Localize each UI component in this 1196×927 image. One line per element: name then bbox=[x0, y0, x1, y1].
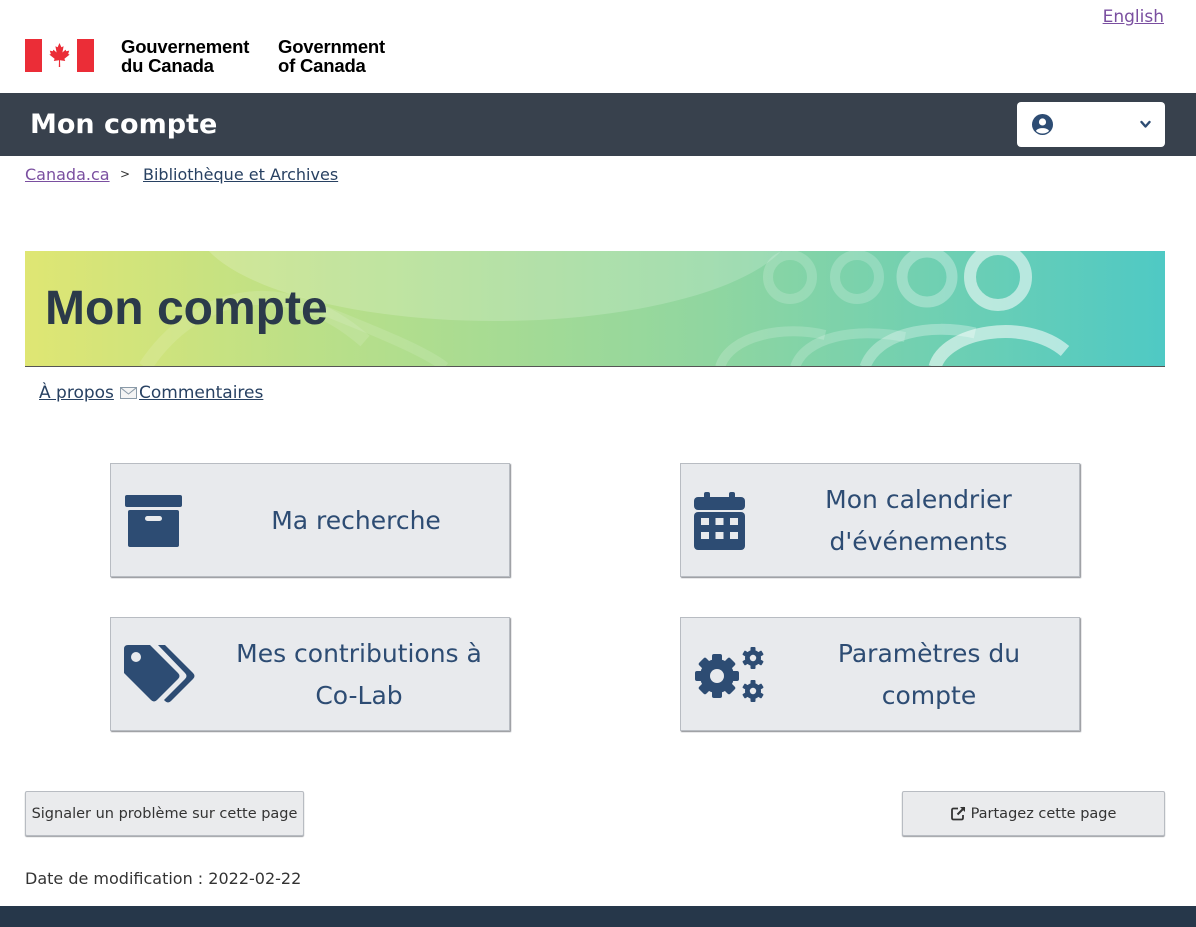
tile-label-line1: Paramètres du bbox=[837, 639, 1021, 668]
app-title[interactable]: Mon compte bbox=[30, 109, 217, 140]
wordmark-fr-line2: du Canada bbox=[121, 55, 214, 76]
language-toggle-link[interactable]: English bbox=[1103, 7, 1164, 27]
page-banner: Mon compte bbox=[25, 251, 1165, 367]
share-page-label: Partagez cette page bbox=[970, 805, 1117, 822]
tile-label-line2: compte bbox=[881, 681, 977, 710]
tags-icon bbox=[124, 645, 195, 703]
tile-label: Paramètres du compte bbox=[789, 633, 1069, 717]
breadcrumb-link-canada[interactable]: Canada.ca bbox=[25, 165, 110, 184]
footer-bar bbox=[0, 906, 1196, 927]
wordmark-en-line1: Government bbox=[278, 36, 385, 57]
wordmark-fr-line1: Gouvernement bbox=[121, 36, 250, 57]
tile-account-settings[interactable]: Paramètres du compte bbox=[680, 617, 1080, 731]
tile-my-research[interactable]: Ma recherche bbox=[110, 463, 510, 577]
gears-icon bbox=[695, 647, 764, 702]
tile-event-calendar[interactable]: Mon calendrier d'événements bbox=[680, 463, 1080, 577]
user-circle-icon bbox=[1032, 114, 1053, 135]
feedback-link[interactable]: Commentaires bbox=[139, 383, 263, 403]
wordmark-english: Government of Canada bbox=[278, 37, 385, 75]
report-problem-label: Signaler un problème sur cette page bbox=[31, 805, 298, 822]
tile-label-line1: Ma recherche bbox=[271, 506, 441, 535]
date-modified: Date de modification : 2022-02-22 bbox=[25, 869, 302, 888]
app-bar: Mon compte bbox=[0, 93, 1196, 156]
wordmark-french: Gouvernement du Canada bbox=[121, 37, 249, 75]
page-title: Mon compte bbox=[45, 282, 328, 335]
calendar-icon bbox=[694, 492, 745, 550]
wordmark-en-line2: of Canada bbox=[278, 55, 366, 76]
breadcrumb-separator: > bbox=[120, 167, 131, 181]
envelope-icon bbox=[120, 387, 137, 399]
tile-label-line1: Mes contributions à bbox=[236, 639, 482, 668]
tile-label: Mes contributions à Co-Lab bbox=[219, 633, 499, 717]
breadcrumb-link-library[interactable]: Bibliothèque et Archives bbox=[143, 165, 338, 184]
report-problem-button[interactable]: Signaler un problème sur cette page bbox=[25, 791, 304, 836]
account-menu-button[interactable] bbox=[1017, 102, 1165, 147]
tile-label-line1: Mon calendrier bbox=[825, 485, 1012, 514]
share-page-button[interactable]: Partagez cette page bbox=[902, 791, 1165, 836]
archive-box-icon bbox=[125, 495, 182, 547]
gov-header: English Gouvernement du Canada Governmen… bbox=[0, 0, 1196, 93]
canada-flag-icon bbox=[25, 39, 94, 72]
tile-label: Ma recherche bbox=[221, 500, 491, 542]
tile-label: Mon calendrier d'événements bbox=[781, 479, 1056, 563]
chevron-down-icon bbox=[1140, 120, 1151, 128]
tile-colab-contributions[interactable]: Mes contributions à Co-Lab bbox=[110, 617, 510, 731]
about-link[interactable]: À propos bbox=[39, 383, 114, 403]
tile-label-line2: Co-Lab bbox=[315, 681, 403, 710]
share-icon bbox=[950, 806, 965, 821]
tile-label-line2: d'événements bbox=[829, 527, 1008, 556]
